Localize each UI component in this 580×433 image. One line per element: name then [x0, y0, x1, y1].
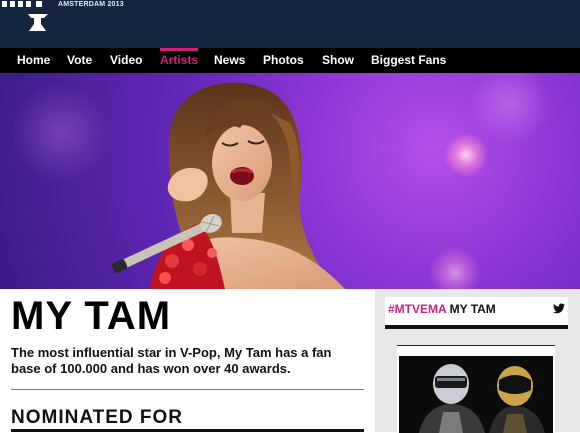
main-navigation: Home Vote Video Artists News Photos Show…: [0, 48, 580, 73]
nav-show[interactable]: Show: [322, 48, 354, 73]
singer-photo: [10, 73, 550, 289]
social-sidebar: #MTVEMA MY TAM: [375, 289, 580, 433]
artist-name: MY TAM: [11, 294, 172, 338]
active-tab-indicator: [160, 48, 199, 51]
promo-card[interactable]: [397, 345, 555, 433]
nominated-for-heading: NOMINATED FOR: [11, 407, 184, 428]
mtv-ema-logo[interactable]: [0, 0, 56, 34]
twitter-icon[interactable]: [553, 303, 565, 314]
nav-artists[interactable]: Artists: [160, 48, 199, 73]
nav-vote[interactable]: Vote: [67, 48, 92, 73]
hashtag-title: #MTVEMA MY TAM: [388, 302, 496, 316]
robot-helmets-photo: [399, 356, 553, 433]
hashtag-box[interactable]: #MTVEMA MY TAM: [385, 297, 568, 329]
site-header: AMSTERDAM 2013: [0, 0, 580, 48]
nav-biggest-fans[interactable]: Biggest Fans: [371, 48, 446, 73]
section-divider: [11, 389, 364, 390]
hashtag-label[interactable]: #MTVEMA: [388, 302, 446, 316]
artist-bio: The most influential star in V-Pop, My T…: [11, 345, 332, 376]
artist-info-panel: MY TAM The most influential star in V-Po…: [0, 289, 370, 432]
promo-image[interactable]: [399, 356, 553, 433]
nav-artists-label: Artists: [160, 53, 199, 67]
event-location: AMSTERDAM 2013: [58, 1, 124, 8]
artist-hero-image: [0, 73, 580, 289]
nav-home[interactable]: Home: [17, 48, 50, 73]
nav-news[interactable]: News: [214, 48, 245, 73]
nav-photos[interactable]: Photos: [263, 48, 304, 73]
hashtag-artist-name: MY TAM: [449, 302, 496, 316]
nav-video[interactable]: Video: [110, 48, 142, 73]
